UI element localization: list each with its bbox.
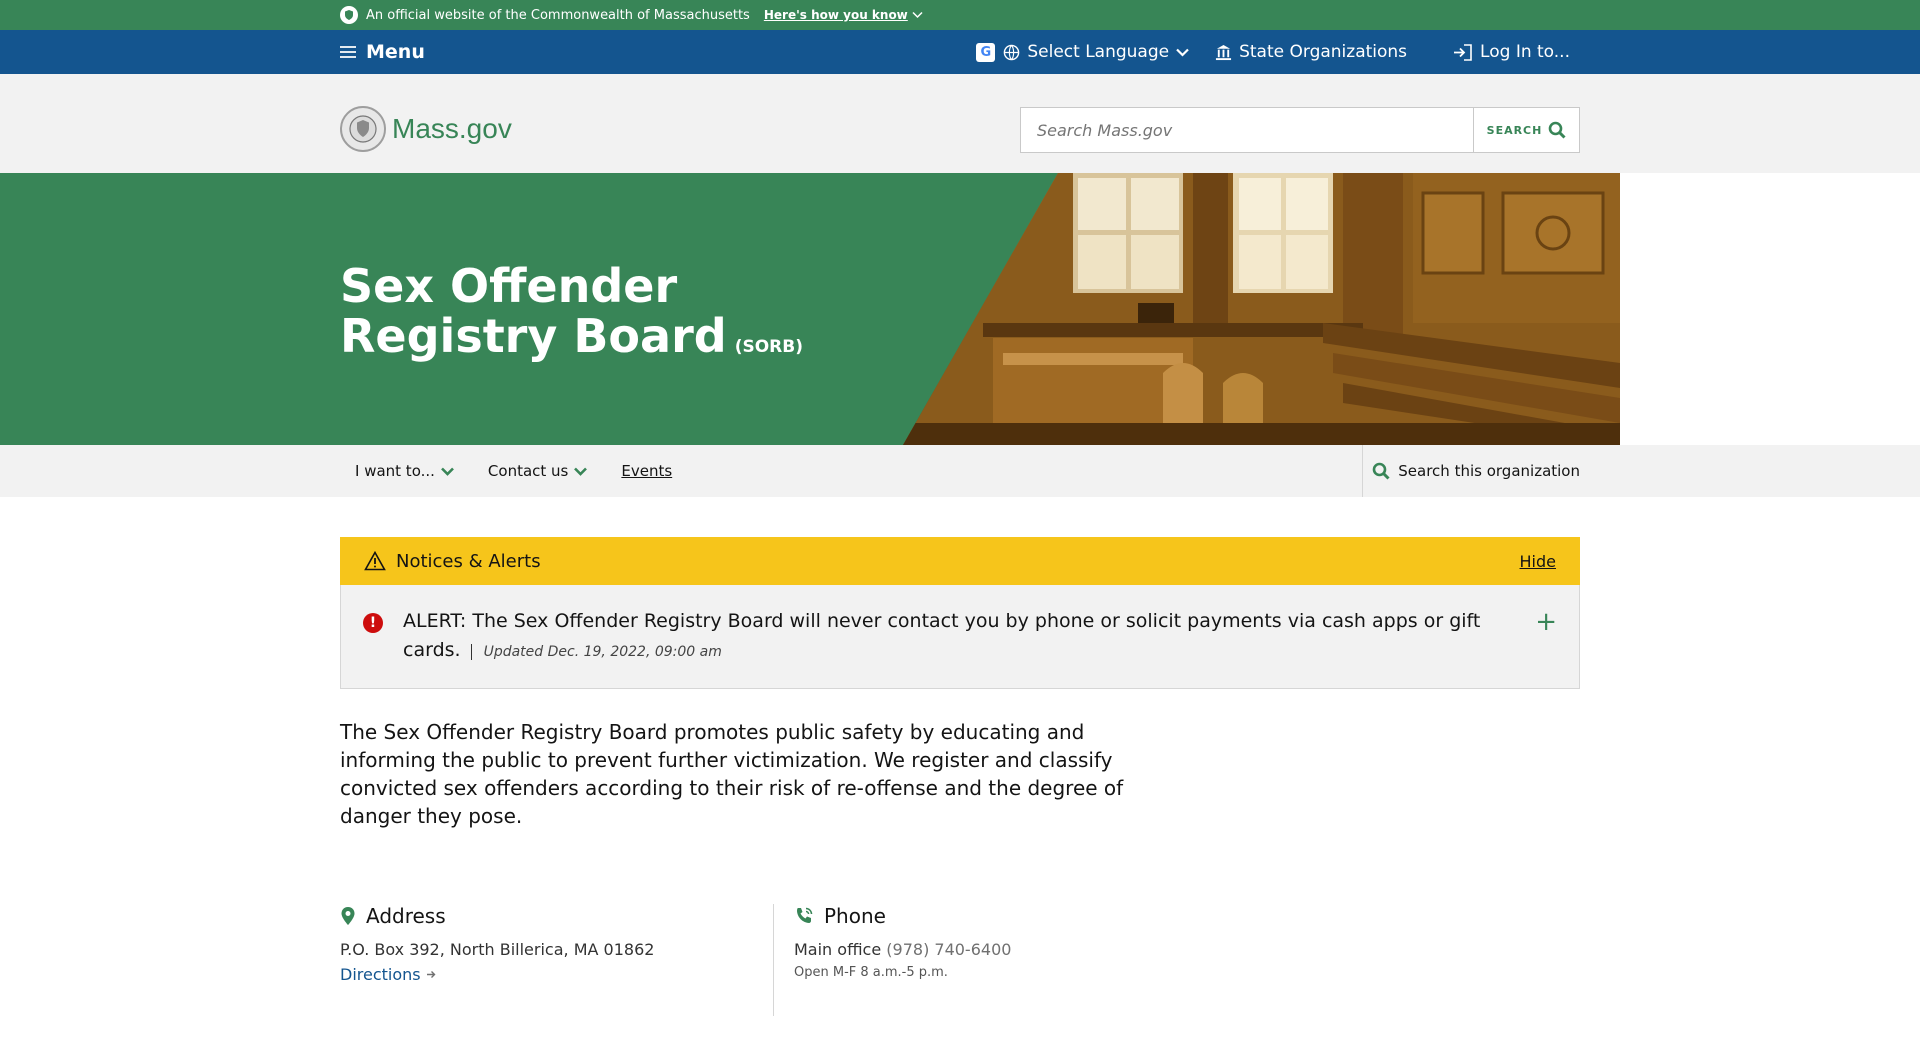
building-icon (1216, 44, 1232, 60)
login-label: Log In to... (1480, 42, 1570, 62)
search-icon (1549, 121, 1566, 139)
page-title: Sex Offender Registry Board (SORB) (340, 261, 900, 372)
select-language-button[interactable]: Select Language (1003, 42, 1189, 62)
address-heading: Address (366, 904, 446, 928)
mass-gov-logo[interactable]: Mass.gov (340, 106, 512, 152)
contact-us-label: Contact us (487, 462, 569, 480)
search-button[interactable]: SEARCH (1473, 108, 1579, 152)
i-want-to-dropdown[interactable]: I want to... (355, 462, 454, 480)
login-button[interactable]: Log In to... (1453, 42, 1570, 62)
utility-nav: Menu G Select Language State Organizatio… (0, 30, 1920, 74)
i-want-to-label: I want to... (355, 462, 435, 480)
phone-icon (797, 907, 813, 923)
login-icon (1454, 43, 1472, 61)
organization-nav: I want to... Contact us Events Search th… (0, 445, 1920, 497)
page-title-abbr: (SORB) (734, 337, 803, 357)
alert-updated: Updated Dec. 19, 2022, 09:00 am (470, 644, 722, 660)
chevron-down-icon (574, 467, 588, 476)
alert-item[interactable]: ! ALERT: The Sex Offender Registry Board… (340, 585, 1580, 689)
phone-line: Main office (978) 740-6400 (794, 940, 1194, 959)
hide-alerts-button[interactable]: Hide (1520, 552, 1556, 571)
events-link[interactable]: Events (621, 462, 672, 480)
state-seal-icon (340, 106, 386, 152)
official-bar: An official website of the Commonwealth … (0, 0, 1920, 30)
contact-us-dropdown[interactable]: Contact us (487, 462, 588, 480)
arrow-right-icon (426, 971, 436, 978)
search-input[interactable] (1021, 108, 1473, 152)
chevron-down-icon (912, 11, 923, 19)
official-text: An official website of the Commonwealth … (366, 7, 750, 23)
hero-banner: Sex Offender Registry Board (SORB) (0, 173, 1920, 445)
state-organizations-label: State Organizations (1239, 42, 1408, 62)
chevron-down-icon (1176, 48, 1189, 57)
directions-label: Directions (340, 965, 421, 984)
notices-alerts-header: Notices & Alerts Hide (340, 537, 1580, 585)
search-button-label: SEARCH (1486, 123, 1543, 137)
address-block: Address P.O. Box 392, North Billerica, M… (340, 904, 774, 1016)
page-title-text: Sex Offender Registry Board (340, 259, 727, 363)
hamburger-icon (340, 46, 356, 58)
state-organizations-button[interactable]: State Organizations (1215, 42, 1407, 62)
warning-icon (364, 551, 386, 571)
notices-alerts-title: Notices & Alerts (396, 550, 541, 572)
google-translate-icon: G (976, 42, 996, 62)
chevron-down-icon (441, 467, 454, 476)
search-organization-label: Search this organization (1398, 462, 1580, 480)
logo-text: Mass.gov (392, 113, 512, 144)
phone-number-link[interactable]: (978) 740-6400 (886, 940, 1011, 959)
search-icon (1372, 462, 1390, 480)
office-hours: Open M-F 8 a.m.-5 p.m. (794, 965, 948, 980)
how-you-know-label: Here's how you know (763, 8, 908, 22)
site-header: Mass.gov SEARCH (0, 74, 1920, 173)
map-pin-icon (341, 907, 355, 925)
shield-icon (340, 6, 358, 24)
site-search: SEARCH (1020, 107, 1580, 153)
organization-description: The Sex Offender Registry Board promotes… (340, 720, 1124, 828)
how-you-know-link[interactable]: Here's how you know (764, 8, 923, 22)
alert-message: ALERT: The Sex Offender Registry Board w… (403, 607, 1503, 667)
menu-button[interactable]: Menu (340, 30, 425, 74)
address-text: P.O. Box 392, North Billerica, MA 01862 (340, 940, 655, 959)
alert-exclamation-icon: ! (363, 613, 383, 633)
select-language-label: Select Language (1027, 42, 1170, 62)
phone-block: Phone Main office (978) 740-6400 Open M-… (794, 904, 1194, 1016)
menu-label: Menu (366, 41, 425, 63)
phone-label: Main office (794, 940, 882, 959)
hero-right-gap (1620, 173, 1920, 445)
search-organization-button[interactable]: Search this organization (1362, 445, 1580, 497)
directions-link[interactable]: Directions (340, 965, 773, 984)
phone-heading: Phone (824, 904, 886, 928)
globe-icon (1004, 44, 1020, 60)
expand-alert-icon[interactable]: + (1535, 607, 1557, 637)
